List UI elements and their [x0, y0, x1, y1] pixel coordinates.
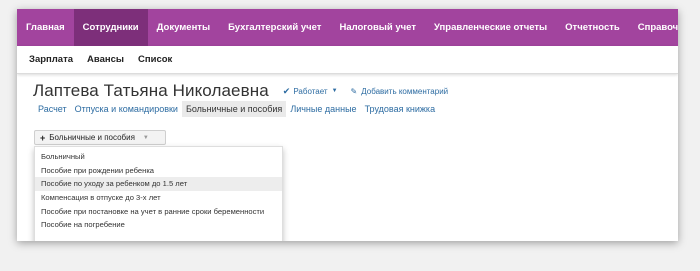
- caret-down-icon: ▼: [142, 134, 149, 141]
- tab-vacations-trips[interactable]: Отпуска и командировки: [71, 101, 182, 117]
- top-navigation: Главная Сотрудники Документы Бухгалтерск…: [17, 9, 678, 46]
- sub-navigation: Зарплата Авансы Список: [17, 46, 678, 74]
- menu-item-birth-benefit[interactable]: Пособие при рождении ребенка: [35, 164, 282, 178]
- employee-tabs: Расчет Отпуска и командировки Больничные…: [34, 101, 439, 117]
- pencil-icon: ✎: [350, 86, 358, 96]
- plus-icon: +: [40, 132, 46, 143]
- add-benefit-dropdown-button[interactable]: + Больничные и пособия ▼: [34, 130, 166, 145]
- menu-item-early-pregnancy-benefit[interactable]: Пособие при постановке на учет в ранние …: [35, 205, 282, 219]
- check-icon: ✔: [282, 85, 291, 96]
- menu-item-sick-leave[interactable]: Больничный: [35, 150, 282, 164]
- nav-item-reporting[interactable]: Отчетность: [556, 9, 629, 46]
- nav-item-references[interactable]: Справочники: [629, 9, 678, 46]
- nav-item-employees[interactable]: Сотрудники: [73, 9, 148, 46]
- employee-name: Лаптева Татьяна Николаевна: [33, 81, 269, 100]
- subnav-item-list[interactable]: Список: [131, 54, 179, 65]
- add-comment-link[interactable]: ✎ Добавить комментарий: [351, 87, 449, 96]
- nav-item-tax-accounting[interactable]: Налоговый учет: [330, 9, 425, 46]
- tab-sick-leave-benefits[interactable]: Больничные и пособия: [181, 101, 287, 117]
- status-dropdown[interactable]: ✔ Работает ▼: [283, 86, 338, 97]
- benefit-dropdown-menu: Больничный Пособие при рождении ребенка …: [34, 146, 283, 241]
- dropdown-button-label: Больничные и пособия: [49, 133, 135, 142]
- status-label: Работает: [293, 86, 328, 96]
- employee-header: Лаптева Татьяна Николаевна ✔ Работает ▼ …: [33, 81, 448, 101]
- add-comment-label: Добавить комментарий: [361, 86, 449, 96]
- menu-item-childcare-benefit[interactable]: Пособие по уходу за ребенком до 1.5 лет: [35, 177, 282, 192]
- tab-work-book[interactable]: Трудовая книжка: [361, 101, 440, 117]
- menu-item-funeral-benefit[interactable]: Пособие на погребение: [35, 218, 282, 232]
- tab-personal-data[interactable]: Личные данные: [286, 101, 360, 117]
- menu-item-compensation-leave[interactable]: Компенсация в отпуске до 3-х лет: [35, 191, 282, 205]
- caret-down-icon: ▼: [331, 88, 338, 94]
- tab-payroll[interactable]: Расчет: [34, 101, 71, 117]
- nav-item-documents[interactable]: Документы: [148, 9, 219, 46]
- app-window: Главная Сотрудники Документы Бухгалтерск…: [17, 9, 678, 241]
- nav-item-management-reports[interactable]: Управленческие отчеты: [425, 9, 556, 46]
- nav-item-accounting[interactable]: Бухгалтерский учет: [219, 9, 330, 46]
- subnav-item-salary[interactable]: Зарплата: [17, 54, 80, 65]
- subnav-item-advances[interactable]: Авансы: [80, 54, 131, 65]
- nav-item-home[interactable]: Главная: [17, 9, 74, 46]
